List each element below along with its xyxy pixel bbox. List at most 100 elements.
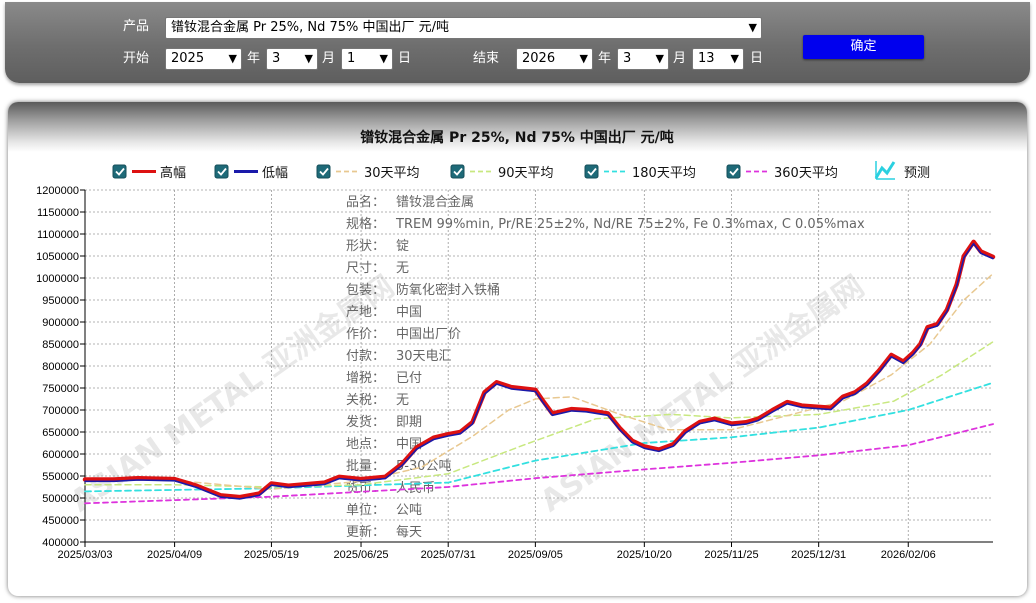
product-info-panel: 品名： 镨钕混合金属规格： TREM 99%min, Pr/RE 25±2%, Nd… (346, 194, 865, 540)
start-label: 开始 (123, 51, 150, 66)
chevron-down-icon: ▼ (655, 52, 664, 65)
info-key: 批量： (346, 459, 385, 474)
start-day-unit: 日 (398, 51, 412, 66)
end-day-select[interactable]: 13 ▼ (692, 48, 744, 70)
product-select[interactable]: 镨钕混合金属 Pr 25%, Nd 75% 中国出厂 元/吨 ▼ (165, 17, 762, 39)
y-tick-label: 700000 (42, 405, 79, 417)
info-key: 形状： (346, 239, 385, 254)
y-tick-label: 650000 (42, 427, 79, 439)
y-tick-label: 500000 (42, 493, 79, 505)
info-value: 锭 (396, 239, 409, 254)
legend-checkbox[interactable] (316, 164, 331, 179)
info-value: TREM 99%min, Pr/RE 25±2%, Nd/RE 75±2%, F… (395, 217, 865, 232)
info-key: 发货： (346, 414, 385, 430)
legend-label: 360天平均 (774, 166, 838, 181)
info-key: 包装： (346, 283, 385, 298)
chevron-down-icon: ▼ (730, 52, 739, 65)
legend-label: 90天平均 (498, 166, 554, 181)
start-month-unit: 月 (322, 51, 336, 66)
legend-item-ma90[interactable]: 90天平均 (450, 164, 554, 181)
chevron-down-icon: ▼ (228, 52, 237, 65)
end-label: 结束 (473, 51, 500, 66)
legend-item-high[interactable]: 高幅 (112, 164, 186, 181)
info-key: 付款： (346, 349, 385, 364)
info-value: 即期 (396, 415, 422, 430)
start-year-value: 2025 (171, 51, 205, 66)
end-month-unit: 月 (673, 51, 687, 66)
product-label: 产品 (123, 19, 150, 34)
info-key: 作价： (346, 327, 385, 342)
x-tick-label: 2025/05/19 (244, 549, 299, 561)
x-tick-label: 2025/03/03 (57, 549, 112, 561)
watermark-logo: ASIAN METAL 亚洲金属网 (534, 269, 870, 519)
y-tick-label: 1200000 (36, 185, 79, 197)
y-tick-label: 600000 (42, 449, 79, 461)
y-tick-label: 400000 (42, 537, 79, 549)
y-tick-label: 900000 (42, 317, 79, 329)
x-tick-label: 2025/11/25 (704, 549, 758, 561)
y-tick-label: 750000 (42, 383, 79, 395)
start-year-unit: 年 (247, 51, 261, 66)
chart-forecast-icon (874, 160, 896, 180)
forecast-toggle[interactable]: 预测 (874, 160, 930, 181)
watermark-text: ASIAN METAL 亚洲金属网 (534, 269, 870, 519)
y-tick-label: 800000 (42, 361, 79, 373)
info-value: 30天电汇 (396, 349, 452, 364)
x-tick-label: 2025/06/25 (334, 549, 389, 561)
chevron-down-icon: ▼ (748, 21, 757, 34)
info-key: 关税： (346, 393, 385, 408)
info-value: 无 (396, 393, 409, 408)
x-tick-label: 2025/04/09 (147, 549, 202, 561)
info-value: 每天 (396, 524, 422, 540)
legend-checkbox[interactable] (584, 164, 599, 179)
chevron-down-icon: ▼ (579, 52, 588, 65)
y-tick-label: 1150000 (37, 207, 79, 219)
y-tick-label: 450000 (42, 515, 79, 527)
legend-label: 180天平均 (632, 166, 696, 181)
info-key: 地点： (346, 437, 385, 452)
legend-checkbox[interactable] (214, 164, 229, 179)
legend-item-low[interactable]: 低幅 (214, 164, 288, 181)
legend-label: 30天平均 (364, 166, 420, 181)
legend-item-ma360[interactable]: 360天平均 (726, 164, 838, 181)
y-tick-label: 1100000 (37, 229, 79, 241)
x-tick-label: 2025/10/20 (617, 549, 672, 561)
end-month-select[interactable]: 3 ▼ (617, 48, 669, 70)
legend-label: 高幅 (160, 165, 186, 181)
start-day-select[interactable]: 1 ▼ (341, 48, 393, 70)
info-key: 更新： (346, 524, 385, 540)
legend-checkbox[interactable] (726, 164, 741, 179)
info-value: 无 (396, 261, 409, 276)
end-day-value: 13 (698, 51, 715, 66)
forecast-label: 预测 (904, 166, 930, 181)
start-month-select[interactable]: 3 ▼ (266, 48, 318, 70)
end-year-value: 2026 (522, 51, 556, 66)
chart-legend: 高幅 低幅 30天平均 90天平均 180天平均 360天平均 预测 (112, 160, 930, 181)
info-key: 产地： (346, 305, 385, 320)
y-tick-label: 950000 (42, 295, 79, 307)
confirm-button[interactable]: 确定 (803, 35, 924, 59)
x-tick-label: 2025/12/31 (791, 549, 846, 561)
info-value: 公吨 (396, 503, 422, 518)
legend-item-ma180[interactable]: 180天平均 (584, 164, 696, 181)
start-month-value: 3 (272, 51, 281, 66)
info-key: 规格： (346, 216, 385, 232)
legend-checkbox[interactable] (450, 164, 465, 179)
end-year-unit: 年 (598, 51, 612, 66)
chevron-down-icon: ▼ (304, 52, 313, 65)
chart-card: 镨钕混合金属 Pr 25%, Nd 75% 中国出厂 元/吨 ASIAN META… (8, 102, 1027, 596)
legend-item-ma30[interactable]: 30天平均 (316, 164, 420, 181)
x-tick-label: 2025/07/31 (421, 549, 476, 561)
info-key: 增税： (346, 371, 385, 386)
y-tick-label: 550000 (42, 471, 79, 483)
info-value: 中国出厂价 (396, 327, 461, 342)
price-chart: 镨钕混合金属 Pr 25%, Nd 75% 中国出厂 元/吨 ASIAN META… (36, 129, 996, 561)
end-day-unit: 日 (750, 51, 764, 66)
y-tick-label: 850000 (42, 339, 79, 351)
legend-checkbox[interactable] (112, 164, 127, 179)
end-year-select[interactable]: 2026 ▼ (516, 48, 593, 70)
legend-label: 低幅 (262, 166, 288, 181)
x-tick-label: 2025/09/05 (508, 549, 563, 561)
chevron-down-icon: ▼ (379, 52, 388, 65)
start-year-select[interactable]: 2025 ▼ (165, 48, 242, 70)
